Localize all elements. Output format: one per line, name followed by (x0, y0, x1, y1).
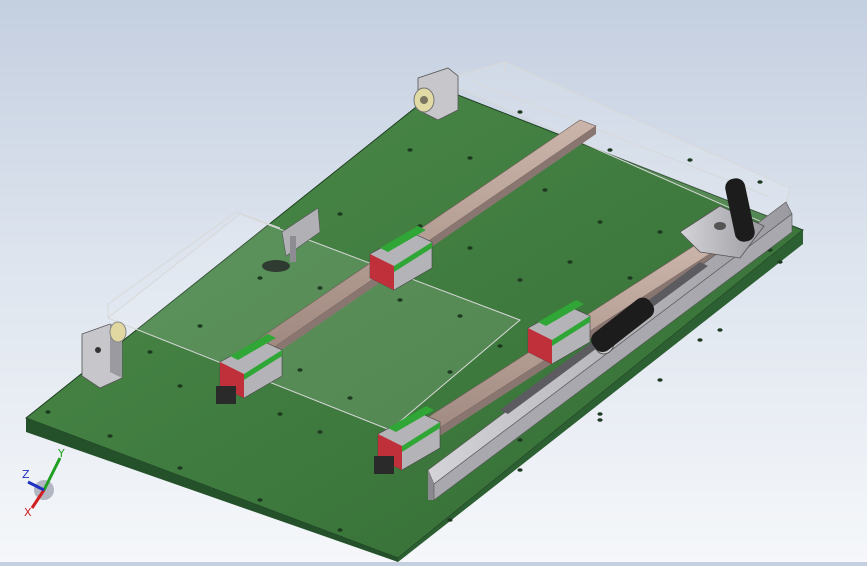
hole (107, 434, 113, 438)
hole (337, 528, 343, 532)
hole (717, 328, 723, 332)
hole (757, 180, 763, 184)
hole (447, 518, 453, 522)
z-axis-label: Z (22, 468, 30, 481)
hole (597, 412, 603, 416)
hole (597, 220, 603, 224)
y-axis-label: Y (57, 448, 65, 460)
hole (457, 314, 463, 318)
hole (147, 350, 153, 354)
hole (197, 324, 203, 328)
hole (257, 498, 263, 502)
hole (337, 212, 343, 216)
hole (277, 412, 283, 416)
cad-model-view[interactable] (0, 0, 867, 562)
hole (567, 260, 573, 264)
hole (257, 276, 263, 280)
hole (697, 338, 703, 342)
hole (347, 396, 353, 400)
coordinate-triad: Y X Z (22, 447, 82, 520)
hole (517, 468, 523, 472)
hole (467, 156, 473, 160)
stop-block[interactable] (216, 386, 236, 404)
hole (657, 378, 663, 382)
hole (177, 384, 183, 388)
hole (45, 410, 51, 414)
hole (597, 418, 603, 422)
hole (517, 278, 523, 282)
hole (177, 466, 183, 470)
hole (517, 110, 523, 114)
graphics-viewport[interactable] (0, 0, 867, 562)
hole (467, 246, 473, 250)
hole (542, 188, 548, 192)
hole (777, 260, 783, 264)
hole (607, 148, 613, 152)
hole (397, 298, 403, 302)
hole (657, 230, 663, 234)
end-support[interactable] (81, 321, 127, 389)
hole (517, 438, 523, 442)
hole (317, 430, 323, 434)
x-axis-label: X (24, 506, 32, 519)
hole (407, 148, 413, 152)
hole (497, 344, 503, 348)
stop-block[interactable] (374, 456, 394, 474)
hole (627, 276, 633, 280)
hole (687, 158, 693, 162)
hole (317, 286, 323, 290)
hole (447, 370, 453, 374)
hole (297, 368, 303, 372)
